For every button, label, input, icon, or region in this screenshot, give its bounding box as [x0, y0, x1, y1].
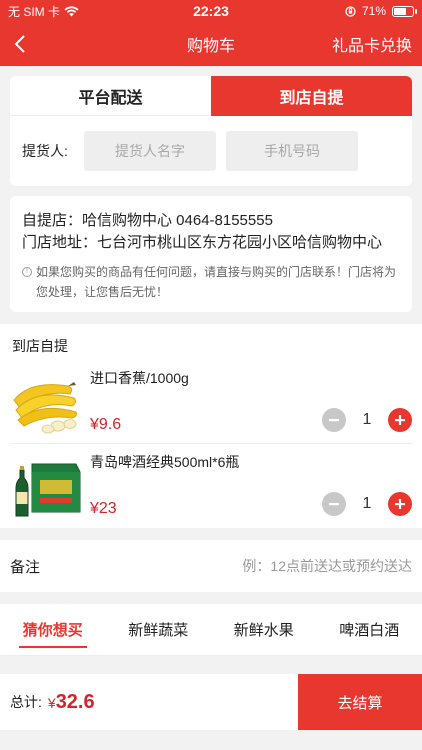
header: 无 SIM 卡 22:23 71% 购物车 礼品卡兑换 — [0, 0, 422, 66]
tab-guess-you-like[interactable]: 猜你想买 — [18, 613, 87, 648]
chevron-left-icon — [14, 35, 25, 53]
item-name: 青岛啤酒经典500ml*6瓶 — [90, 454, 240, 470]
cart-items: 到店自提 进口香蕉/1000g ¥9.6 1 青岛啤酒经典500ml*6瓶 ¥2… — [0, 324, 422, 528]
status-bar: 无 SIM 卡 22:23 71% — [0, 0, 422, 22]
quantity-value: 1 — [362, 495, 372, 512]
total-label: 总计: — [10, 694, 42, 710]
store-address: 门店地址：七台河市桃山区东方花园小区哈信购物中心 — [22, 234, 383, 251]
plus-icon — [395, 415, 405, 425]
orientation-lock-icon — [345, 5, 356, 17]
increase-button[interactable] — [388, 492, 412, 516]
beer-image — [10, 450, 82, 520]
tab-store-pickup[interactable]: 到店自提 — [211, 76, 412, 116]
item-price: ¥9.6 — [90, 416, 122, 433]
tab-platform-delivery[interactable]: 平台配送 — [10, 76, 211, 116]
tab-fresh-vegetables[interactable]: 新鲜蔬菜 — [124, 613, 192, 646]
item-price: ¥23 — [90, 500, 117, 517]
currency-symbol: ¥ — [47, 694, 56, 711]
info-icon: ! — [22, 267, 32, 277]
item-name: 进口香蕉/1000g — [90, 370, 189, 386]
home-indicator-area — [0, 730, 422, 750]
tab-fresh-fruit[interactable]: 新鲜水果 — [230, 613, 298, 646]
cart-item[interactable]: 进口香蕉/1000g ¥9.6 1 — [10, 360, 412, 444]
minus-icon — [329, 419, 339, 422]
total-amount: ¥32.6 — [48, 691, 95, 714]
pickup-person-row: 提货人: 提货人名字 手机号码 — [10, 116, 412, 186]
plus-icon — [395, 499, 405, 509]
total-value: 32.6 — [55, 690, 95, 713]
battery-icon — [392, 5, 417, 17]
increase-button[interactable] — [388, 408, 412, 432]
gift-card-redeem-button[interactable]: 礼品卡兑换 — [332, 32, 422, 56]
quantity-value: 1 — [362, 411, 372, 428]
checkout-bar: 总计: ¥32.6 去结算 — [0, 674, 422, 730]
recommend-tabs: 猜你想买 新鲜蔬菜 新鲜水果 啤酒白酒 — [0, 604, 422, 656]
remark-label: 备注 — [10, 558, 41, 576]
delivery-tabs: 平台配送 到店自提 — [10, 76, 412, 116]
phone-input[interactable]: 手机号码 — [226, 131, 358, 171]
decrease-button[interactable] — [322, 492, 346, 516]
delivery-card: 平台配送 到店自提 提货人: 提货人名字 手机号码 — [10, 76, 412, 186]
back-button[interactable] — [0, 22, 40, 66]
cart-section-title: 到店自提 — [12, 338, 68, 354]
banana-image — [10, 366, 82, 436]
battery-percent: 71% — [361, 4, 386, 18]
checkout-button[interactable]: 去结算 — [298, 674, 422, 730]
notice-text: 如果您购买的商品有任何问题，请直接与购买的门店联系！门店将为您处理，让您售后无忧… — [36, 265, 397, 299]
minus-icon — [329, 503, 339, 506]
pickup-store: 自提店：哈信购物中心 0464-8155555 — [22, 212, 273, 229]
decrease-button[interactable] — [322, 408, 346, 432]
battery-fill — [394, 7, 407, 15]
nav-bar: 购物车 礼品卡兑换 — [0, 22, 422, 66]
remark-input[interactable]: 例：12点前送达或预约送达 — [242, 556, 412, 576]
pickup-person-label: 提货人: — [22, 143, 68, 159]
tab-beer-liquor[interactable]: 啤酒白酒 — [335, 613, 403, 646]
store-info-card: 自提店：哈信购物中心 0464-8155555 门店地址：七台河市桃山区东方花园… — [10, 196, 412, 312]
carrier-label: 无 SIM 卡 — [8, 4, 61, 19]
quantity-stepper: 1 — [322, 408, 412, 432]
after-sales-notice: ! 如果您购买的商品有任何问题，请直接与购买的门店联系！门店将为您处理，让您售后… — [22, 262, 400, 302]
wifi-icon — [64, 5, 79, 17]
pickup-name-input[interactable]: 提货人名字 — [84, 131, 216, 171]
cart-item[interactable]: 青岛啤酒经典500ml*6瓶 ¥23 1 — [10, 444, 412, 528]
quantity-stepper: 1 — [322, 492, 412, 516]
remark-row[interactable]: 备注 例：12点前送达或预约送达 — [0, 540, 422, 592]
